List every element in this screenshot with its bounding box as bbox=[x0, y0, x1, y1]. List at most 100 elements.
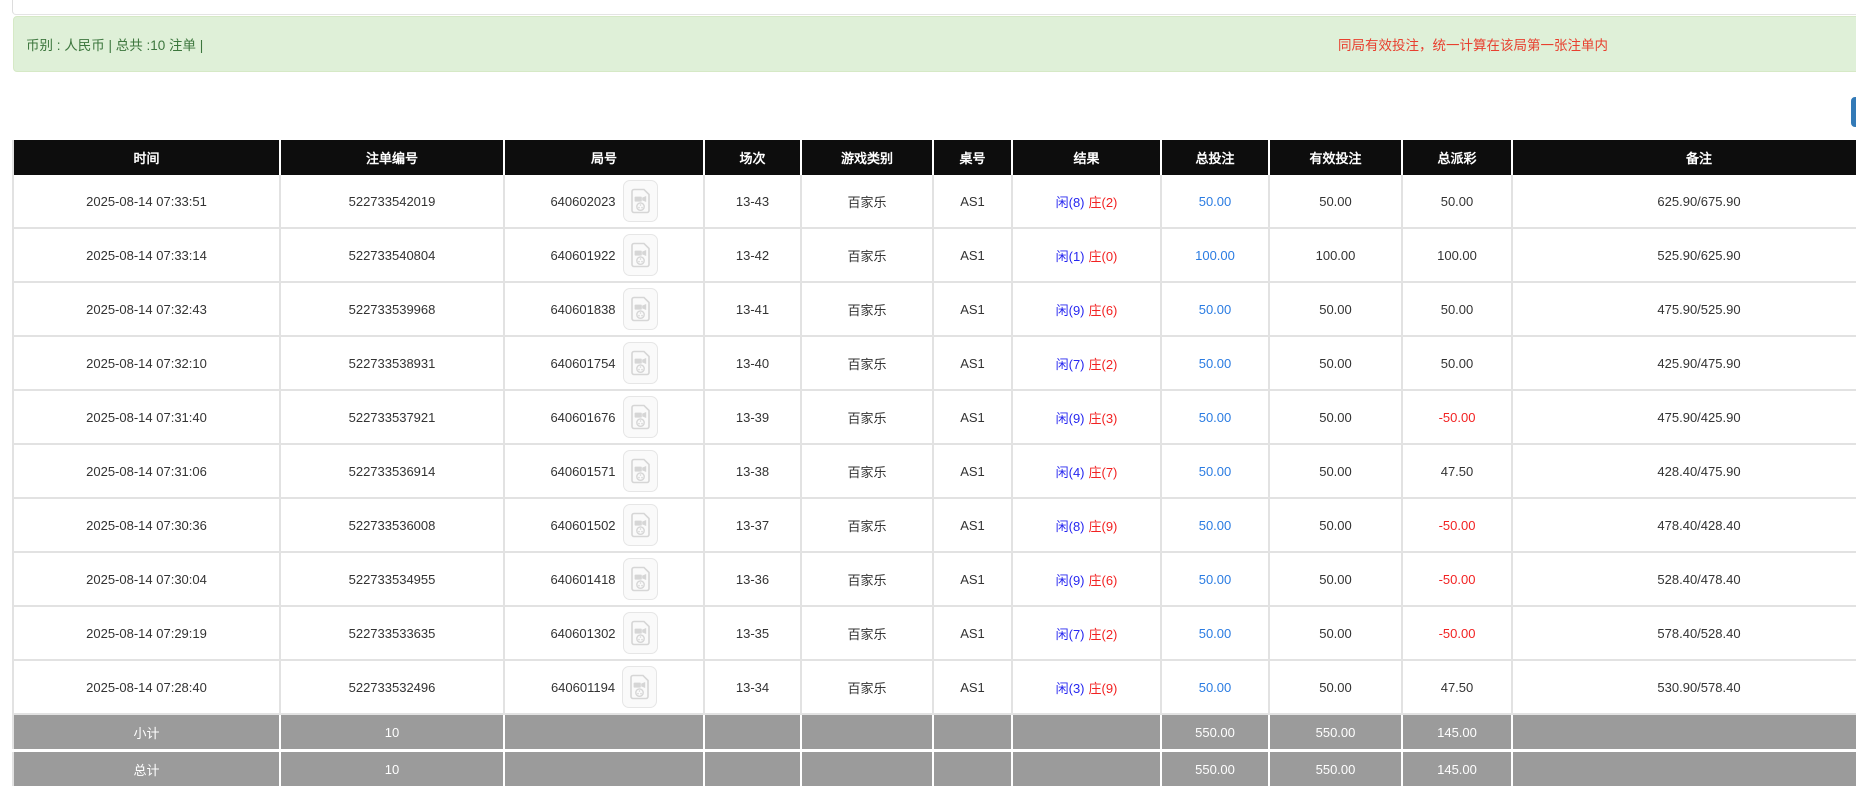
round-number-text: 640601838 bbox=[550, 302, 615, 317]
round-number-text: 640601571 bbox=[550, 464, 615, 479]
cell-remark: 478.40/428.40 bbox=[1512, 498, 1856, 552]
cell-result: 闲(3)庄(9) bbox=[1012, 660, 1161, 714]
table-header-row: 时间注单编号局号场次游戏类别桌号结果总投注有效投注总派彩备注 bbox=[13, 140, 1856, 175]
cell-time: 2025-08-14 07:33:14 bbox=[13, 228, 280, 282]
cell-time: 2025-08-14 07:32:43 bbox=[13, 282, 280, 336]
cell-session: 13-38 bbox=[704, 444, 801, 498]
cell-result: 闲(4)庄(7) bbox=[1012, 444, 1161, 498]
total-bet-link[interactable]: 50.00 bbox=[1199, 572, 1232, 587]
video-replay-icon bbox=[629, 674, 650, 700]
cell-table-number: AS1 bbox=[933, 175, 1012, 228]
cell-table-number: AS1 bbox=[933, 228, 1012, 282]
cell-result: 闲(8)庄(9) bbox=[1012, 498, 1161, 552]
total-bet-link[interactable]: 50.00 bbox=[1199, 410, 1232, 425]
total-bet-link[interactable]: 100.00 bbox=[1195, 248, 1235, 263]
cell-valid-bet: 100.00 bbox=[1269, 228, 1402, 282]
table-row: 2025-08-14 07:32:43 522733539968 6406018… bbox=[13, 282, 1856, 336]
round-number-text: 640601302 bbox=[550, 626, 615, 641]
summary-empty-cell bbox=[1012, 714, 1161, 751]
result-player: 闲(4) bbox=[1056, 465, 1085, 480]
video-replay-button[interactable] bbox=[623, 450, 658, 492]
total-bet-link[interactable]: 50.00 bbox=[1199, 356, 1232, 371]
summary-empty-cell bbox=[801, 751, 933, 788]
cell-table-number: AS1 bbox=[933, 282, 1012, 336]
summary-total-bet: 550.00 bbox=[1161, 714, 1269, 751]
same-round-bet-notice: 同局有效投注，统一计算在该局第一张注单内 bbox=[1338, 17, 1608, 71]
cell-remark: 425.90/475.90 bbox=[1512, 336, 1856, 390]
cell-table-number: AS1 bbox=[933, 660, 1012, 714]
video-replay-icon bbox=[630, 512, 651, 538]
video-replay-button[interactable] bbox=[623, 558, 658, 600]
round-number-text: 640601922 bbox=[550, 248, 615, 263]
video-replay-button[interactable] bbox=[623, 612, 658, 654]
video-replay-button[interactable] bbox=[623, 234, 658, 276]
total-bet-link[interactable]: 50.00 bbox=[1199, 194, 1232, 209]
total-bet-link[interactable]: 50.00 bbox=[1199, 680, 1232, 695]
cell-round-number: 640601194 bbox=[504, 660, 704, 714]
cell-total-bet: 50.00 bbox=[1161, 390, 1269, 444]
cell-valid-bet: 50.00 bbox=[1269, 552, 1402, 606]
cell-payout: -50.00 bbox=[1402, 498, 1512, 552]
table-row: 2025-08-14 07:31:40 522733537921 6406016… bbox=[13, 390, 1856, 444]
cell-result: 闲(9)庄(6) bbox=[1012, 282, 1161, 336]
cell-total-bet: 50.00 bbox=[1161, 606, 1269, 660]
cell-payout: 47.50 bbox=[1402, 660, 1512, 714]
cell-time: 2025-08-14 07:31:40 bbox=[13, 390, 280, 444]
video-replay-button[interactable] bbox=[623, 504, 658, 546]
action-button-cutoff[interactable] bbox=[1851, 97, 1856, 127]
result-player: 闲(7) bbox=[1056, 627, 1085, 642]
cell-result: 闲(8)庄(2) bbox=[1012, 175, 1161, 228]
video-replay-icon bbox=[630, 296, 651, 322]
bet-records-panel: 时间注单编号局号场次游戏类别桌号结果总投注有效投注总派彩备注 2025-08-1… bbox=[12, 140, 1856, 789]
cell-valid-bet: 50.00 bbox=[1269, 336, 1402, 390]
result-banker: 庄(2) bbox=[1089, 357, 1118, 372]
cell-game-type: 百家乐 bbox=[801, 444, 933, 498]
table-row: 2025-08-14 07:33:51 522733542019 6406020… bbox=[13, 175, 1856, 228]
header-valid-bet: 有效投注 bbox=[1269, 140, 1402, 175]
summary-empty-cell bbox=[933, 751, 1012, 788]
cell-bet-number: 522733537921 bbox=[280, 390, 504, 444]
total-bet-link[interactable]: 50.00 bbox=[1199, 518, 1232, 533]
total-bet-link[interactable]: 50.00 bbox=[1199, 302, 1232, 317]
cell-remark: 578.40/528.40 bbox=[1512, 606, 1856, 660]
video-replay-button[interactable] bbox=[623, 342, 658, 384]
cell-game-type: 百家乐 bbox=[801, 228, 933, 282]
summary-empty-cell bbox=[1512, 714, 1856, 751]
cell-session: 13-42 bbox=[704, 228, 801, 282]
cell-time: 2025-08-14 07:32:10 bbox=[13, 336, 280, 390]
result-player: 闲(7) bbox=[1056, 357, 1085, 372]
summary-empty-cell bbox=[933, 714, 1012, 751]
summary-label: 总计 bbox=[13, 751, 280, 788]
cell-payout: -50.00 bbox=[1402, 390, 1512, 444]
video-replay-button[interactable] bbox=[623, 180, 658, 222]
video-replay-button[interactable] bbox=[623, 396, 658, 438]
cell-time: 2025-08-14 07:29:19 bbox=[13, 606, 280, 660]
cell-session: 13-40 bbox=[704, 336, 801, 390]
video-replay-button[interactable] bbox=[622, 666, 657, 708]
result-banker: 庄(2) bbox=[1089, 195, 1118, 210]
cell-bet-number: 522733542019 bbox=[280, 175, 504, 228]
total-bet-link[interactable]: 50.00 bbox=[1199, 464, 1232, 479]
cell-bet-number: 522733539968 bbox=[280, 282, 504, 336]
total-bet-link[interactable]: 50.00 bbox=[1199, 626, 1232, 641]
summary-label: 小计 bbox=[13, 714, 280, 751]
cell-bet-number: 522733538931 bbox=[280, 336, 504, 390]
cell-time: 2025-08-14 07:31:06 bbox=[13, 444, 280, 498]
cell-game-type: 百家乐 bbox=[801, 660, 933, 714]
round-number-text: 640602023 bbox=[550, 194, 615, 209]
cell-remark: 530.90/578.40 bbox=[1512, 660, 1856, 714]
round-number-text: 640601502 bbox=[550, 518, 615, 533]
cell-payout: 50.00 bbox=[1402, 282, 1512, 336]
cell-valid-bet: 50.00 bbox=[1269, 175, 1402, 228]
video-replay-button[interactable] bbox=[623, 288, 658, 330]
result-banker: 庄(9) bbox=[1089, 681, 1118, 696]
result-banker: 庄(6) bbox=[1089, 573, 1118, 588]
result-banker: 庄(6) bbox=[1089, 303, 1118, 318]
video-replay-icon bbox=[630, 620, 651, 646]
summary-payout: 145.00 bbox=[1402, 751, 1512, 788]
header-game-type: 游戏类别 bbox=[801, 140, 933, 175]
cell-game-type: 百家乐 bbox=[801, 552, 933, 606]
cell-bet-number: 522733533635 bbox=[280, 606, 504, 660]
cell-payout: 100.00 bbox=[1402, 228, 1512, 282]
table-row: 2025-08-14 07:29:19 522733533635 6406013… bbox=[13, 606, 1856, 660]
